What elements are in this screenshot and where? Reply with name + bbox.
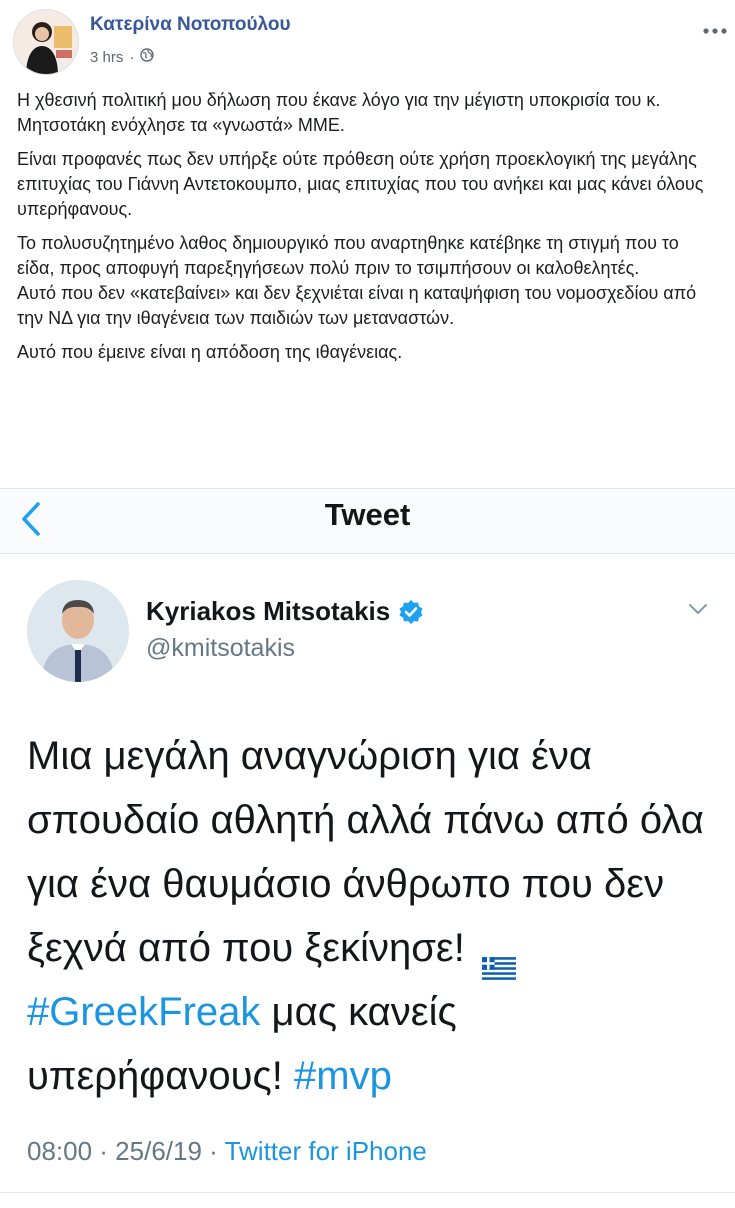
tweet-nav-title: Tweet: [324, 497, 411, 532]
post-text: Η χθεσινή πολιτική μου δήλωση που έκανε …: [17, 88, 717, 374]
post-paragraph: Αυτό που δεν «κατεβαίνει» και δεν ξεχνιέ…: [17, 283, 697, 328]
post-time[interactable]: 3 hrs: [90, 49, 123, 66]
hashtag-greekfreak[interactable]: #GreekFreak: [27, 990, 260, 1034]
greek-flag-icon: [481, 935, 516, 980]
author-avatar[interactable]: [13, 9, 79, 75]
post-paragraph: Αυτό που έμεινε είναι η απόδοση της ιθαγ…: [17, 342, 403, 362]
chevron-down-icon[interactable]: [687, 598, 709, 620]
divider: [0, 1192, 735, 1193]
post-paragraph: Το πολυσυζητημένο λαθος δημιουργικό που …: [17, 233, 679, 278]
author-name[interactable]: Κατερίνα Νοτοπούλου: [90, 14, 291, 36]
tweet-avatar[interactable]: [27, 580, 129, 682]
tweet-source-link[interactable]: Twitter for iPhone: [225, 1136, 427, 1166]
tweet-text: Μια μεγάλη αναγνώριση για ένα σπουδαίο α…: [27, 734, 704, 1098]
hashtag-mvp[interactable]: #mvp: [294, 1054, 392, 1098]
tweet-footer: 08:00 · 25/6/19 · Twitter for iPhone: [27, 1136, 427, 1167]
tweet-screenshot[interactable]: Tweet Kyriakos Mitsotakis @kmitsotakis Μ…: [0, 488, 735, 1208]
post-header: Κατερίνα Νοτοπούλου 3 hrs ·: [0, 0, 735, 80]
verified-badge-icon: [398, 599, 424, 625]
post-paragraph: Η χθεσινή πολιτική μου δήλωση που έκανε …: [17, 90, 661, 135]
post-meta: 3 hrs ·: [90, 48, 155, 66]
tweet-handle[interactable]: @kmitsotakis: [146, 634, 295, 663]
tweet-navbar: Tweet: [0, 488, 735, 554]
tweet-author-name[interactable]: Kyriakos Mitsotakis: [146, 596, 424, 627]
post-paragraph: Είναι προφανές πως δεν υπήρξε ούτε πρόθε…: [17, 149, 704, 219]
globe-icon: [140, 48, 155, 66]
tweet-timestamp: 08:00 · 25/6/19 ·: [27, 1136, 225, 1166]
more-dots-icon[interactable]: [703, 14, 727, 40]
